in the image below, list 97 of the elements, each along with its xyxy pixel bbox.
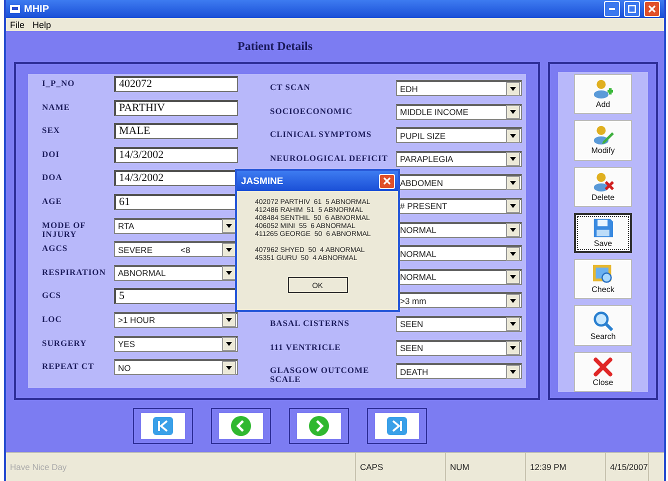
modify-button[interactable]: Modify [574, 120, 632, 161]
text-field[interactable]: MALE [114, 123, 238, 140]
field-label: DOA [42, 171, 64, 182]
dropdown-arrow-icon [226, 342, 232, 346]
skip-forward-icon [386, 416, 408, 436]
close-button[interactable] [379, 174, 395, 188]
first-record-button[interactable] [133, 408, 193, 444]
text-field[interactable]: 402072 [114, 76, 238, 92]
field-label: MODE OF INJURY [42, 218, 87, 239]
minimize-icon [609, 8, 615, 10]
close-icon [383, 177, 391, 185]
dropdown[interactable]: SEEN [396, 316, 522, 332]
dropdown[interactable]: RTA [114, 218, 238, 234]
dropdown-arrow-icon [510, 204, 516, 208]
dropdown[interactable]: ABNORMAL [114, 264, 238, 281]
dropdown[interactable]: PUPIL SIZE [396, 127, 522, 144]
close-button[interactable]: Close [574, 352, 632, 392]
field-label: CT SCAN [269, 81, 312, 92]
field-label: REPEAT CT [42, 360, 96, 372]
dropdown-arrow-icon [226, 248, 232, 252]
dropdown[interactable]: SEEN [396, 340, 522, 356]
dropdown[interactable]: DEATH [396, 363, 522, 380]
dialog-title: JASMINE [241, 176, 284, 186]
minimize-button[interactable] [604, 1, 620, 17]
field-label: SURGERY [42, 336, 88, 348]
dropdown-arrow-icon [226, 366, 232, 370]
text-field[interactable]: 14/3/2002 [114, 170, 238, 186]
field-label: NEUROLOGICAL DEFICIT [269, 152, 389, 163]
dropdown-arrow-icon [510, 298, 516, 303]
field-label: 111 VENTRICLE [269, 340, 342, 352]
status-text: Have Nice Day [6, 453, 356, 481]
field-label: I_P_NO [42, 77, 76, 88]
dropdown-arrow-icon [510, 228, 516, 232]
delete-button[interactable]: Delete [574, 166, 632, 207]
close-button[interactable] [644, 1, 660, 17]
user-edit-icon [592, 125, 614, 146]
dropdown[interactable]: PARAPLEGIA [396, 150, 522, 167]
text-field[interactable]: 14/3/2002 [114, 146, 238, 163]
dropdown-arrow-icon [510, 110, 516, 114]
form-heading: Patient Details [238, 39, 312, 54]
window-title: MHIP [24, 4, 50, 14]
text-field[interactable]: 5 [114, 288, 238, 304]
prev-record-button[interactable] [211, 408, 271, 444]
check-button[interactable]: Check [574, 259, 632, 300]
maximize-icon [628, 5, 636, 13]
text-field[interactable]: PARTHIV [114, 100, 238, 116]
field-label: LOC [42, 312, 63, 324]
dropdown-arrow-icon [226, 271, 232, 276]
field-label: BASAL CISTERNS [269, 316, 351, 328]
last-record-button[interactable] [367, 408, 427, 444]
dropdown-arrow-icon [510, 252, 516, 256]
dropdown[interactable]: YES [114, 336, 238, 352]
maximize-button[interactable] [624, 1, 640, 17]
field-label: AGE [42, 194, 63, 206]
dropdown-arrow-icon [510, 157, 516, 162]
dropdown-arrow-icon [226, 224, 232, 228]
close-icon [648, 5, 656, 13]
field-label: GCS [42, 289, 62, 300]
next-record-button[interactable] [289, 408, 349, 444]
close-icon [592, 356, 614, 377]
dropdown-arrow-icon [510, 86, 516, 90]
field-label: RESPIRATION [42, 266, 107, 277]
status-text: CAPS [356, 453, 446, 481]
search-icon [592, 310, 614, 331]
menu-item[interactable]: File [10, 20, 25, 30]
dropdown[interactable]: EDH [396, 80, 522, 96]
status-text: 4/15/2007 [606, 453, 649, 481]
add-button[interactable]: Add [574, 74, 632, 114]
text-field[interactable]: 61 [114, 194, 238, 210]
dropdown-arrow-icon [510, 370, 516, 374]
dropdown-arrow-icon [226, 318, 232, 322]
picture-frame-icon [592, 264, 614, 284]
status-text: 12:39 PM [526, 453, 606, 481]
dropdown[interactable]: >1 HOUR [114, 312, 238, 328]
status-text: NUM [446, 453, 526, 481]
dropdown-arrow-icon [510, 346, 516, 350]
dropdown-arrow-icon [510, 275, 516, 280]
user-delete-icon [592, 172, 614, 192]
dropdown[interactable]: SEVERE <8 [114, 241, 238, 258]
dropdown-arrow-icon [510, 322, 516, 326]
dropdown[interactable]: NO [114, 359, 238, 376]
user-add-icon [592, 79, 614, 100]
menu-item[interactable]: Help [32, 20, 52, 30]
skip-back-icon [152, 416, 174, 436]
app-icon [10, 5, 20, 13]
field-label: AGCS [42, 242, 69, 254]
dropdown[interactable]: MIDDLE INCOME [396, 104, 522, 120]
search-button[interactable]: Search [574, 305, 632, 346]
field-label: NAME [42, 100, 71, 112]
dropdown-arrow-icon [510, 180, 516, 185]
field-label: GLASGOW OUTCOME SCALE [269, 364, 370, 384]
field-label: SEX [42, 124, 62, 136]
save-button[interactable]: Save [574, 212, 632, 254]
field-label: SOCIOECONOMIC [269, 104, 354, 116]
dropdown-arrow-icon [510, 134, 516, 138]
field-label: DOI [42, 148, 61, 159]
field-label: CLINICAL SYMPTOMS [269, 128, 373, 140]
